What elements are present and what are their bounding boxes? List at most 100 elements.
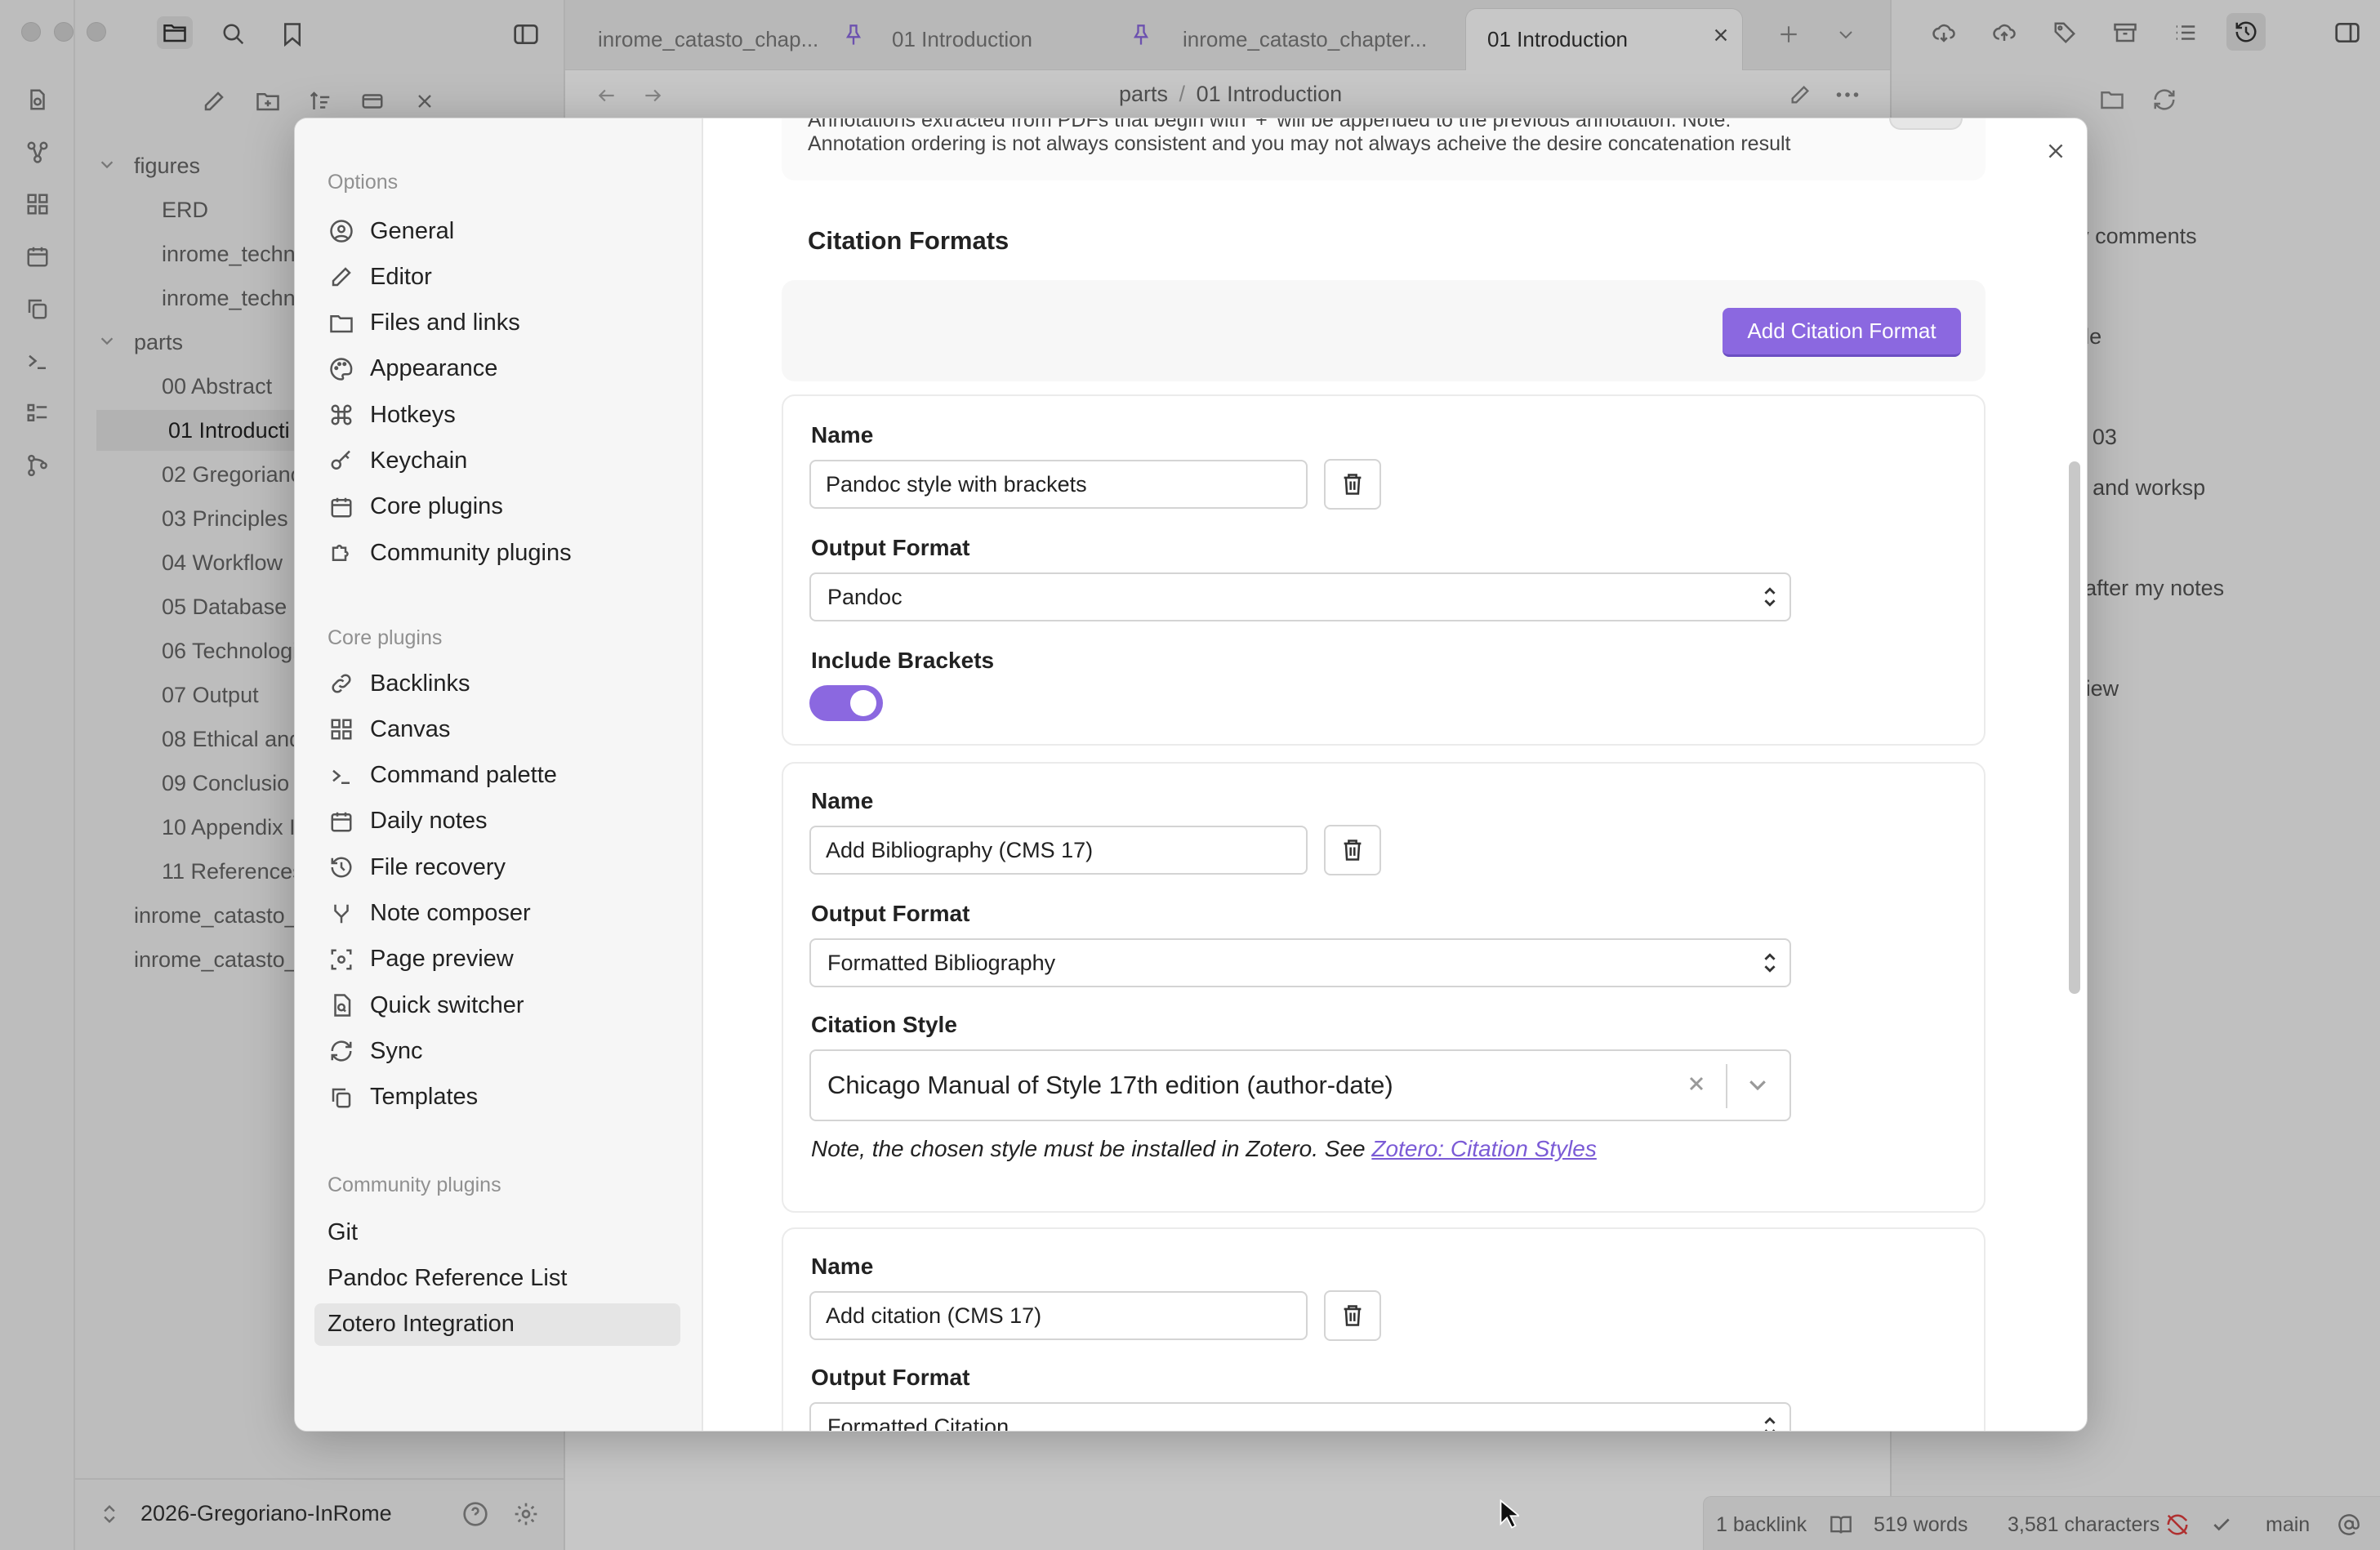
style-note-text: Note, the chosen style must be installed…: [811, 1136, 1372, 1161]
puzzle-icon: [328, 539, 355, 567]
settings-nav-label: Files and links: [370, 310, 520, 336]
settings-content: Annotations extracted from PDFs that beg…: [703, 118, 2087, 1432]
output-format-value: Formatted Citation: [827, 1414, 1009, 1432]
output-format-select[interactable]: Pandoc: [809, 572, 1791, 621]
settings-nav-label: Note composer: [370, 900, 531, 926]
citation-formats-title: Citation Formats: [808, 226, 1009, 255]
command-icon: [328, 401, 355, 429]
include-brackets-toggle[interactable]: [809, 685, 883, 721]
settings-nav-templates[interactable]: Templates: [314, 1076, 680, 1119]
folder-icon: [328, 310, 355, 337]
output-format-label: Output Format: [811, 535, 970, 560]
options-header: Options: [328, 171, 399, 194]
settings-nav-quick-switcher[interactable]: Quick switcher: [314, 984, 680, 1027]
select-divider: [1726, 1064, 1727, 1108]
settings-nav-label: Quick switcher: [370, 991, 524, 1018]
citation-style-value: Chicago Manual of Style 17th edition (au…: [827, 1071, 1393, 1099]
citation-style-label: Citation Style: [811, 1012, 957, 1037]
settings-nav-general[interactable]: General: [314, 210, 680, 252]
settings-nav-zotero-integration[interactable]: Zotero Integration: [314, 1303, 680, 1346]
format-name-input[interactable]: Add Bibliography (CMS 17): [809, 826, 1308, 875]
name-label: Name: [811, 1254, 874, 1279]
chevron-down-icon[interactable]: [1745, 1072, 1770, 1097]
concat-toggle[interactable]: [1889, 118, 1963, 130]
output-format-select[interactable]: Formatted Citation: [809, 1402, 1791, 1432]
core-plugins-header: Core plugins: [328, 626, 443, 649]
settings-nav-label: Appearance: [370, 355, 498, 382]
citation-format-card-1: [782, 394, 1986, 746]
scan-eye-icon: [328, 946, 355, 973]
settings-nav-editor[interactable]: Editor: [314, 256, 680, 298]
settings-nav-keychain[interactable]: Keychain: [314, 440, 680, 483]
annotation-note-line2: Annotation ordering is not always consis…: [808, 132, 1791, 155]
delete-format-button[interactable]: [1324, 459, 1381, 510]
history-icon: [328, 853, 355, 881]
settings-nav-label: Pandoc Reference List: [328, 1264, 568, 1291]
merge-icon: [328, 900, 355, 928]
zotero-citation-styles-link[interactable]: Zotero: Citation Styles: [1371, 1136, 1596, 1161]
settings-nav-sync[interactable]: Sync: [314, 1030, 680, 1072]
settings-nav-pandoc-reference-list[interactable]: Pandoc Reference List: [314, 1257, 680, 1299]
settings-nav-command-palette[interactable]: Command palette: [314, 755, 680, 797]
select-updown-icon: [1762, 951, 1778, 974]
key-icon: [328, 448, 355, 475]
community-plugins-header: Community plugins: [328, 1174, 501, 1196]
settings-nav-files-and-links[interactable]: Files and links: [314, 302, 680, 345]
output-format-value: Pandoc: [827, 584, 903, 609]
settings-nav-label: Backlinks: [370, 670, 470, 697]
refresh-icon: [328, 1037, 355, 1065]
settings-nav-label: Sync: [370, 1037, 423, 1064]
annotation-note-line1: Annotations extracted from PDFs that beg…: [808, 118, 1732, 131]
settings-nav-daily-notes[interactable]: Daily notes: [314, 800, 680, 843]
user-circle-icon: [328, 217, 355, 245]
settings-nav-appearance[interactable]: Appearance: [314, 348, 680, 390]
mouse-cursor-icon: [1500, 1499, 1519, 1529]
file-search-icon: [328, 991, 355, 1019]
clear-style-icon[interactable]: [1685, 1072, 1708, 1095]
link-icon: [328, 670, 355, 697]
output-format-label: Output Format: [811, 901, 970, 926]
settings-nav-label: Core plugins: [370, 493, 503, 520]
calendar-icon: [328, 808, 355, 835]
pencil-icon: [328, 263, 355, 291]
settings-nav-core-plugins[interactable]: Core plugins: [314, 486, 680, 528]
settings-nav-label: Community plugins: [370, 539, 572, 566]
settings-modal: Options General Editor Files and links Appe…: [294, 118, 2088, 1432]
include-brackets-label: Include Brackets: [811, 648, 995, 673]
settings-nav-hotkeys[interactable]: Hotkeys: [314, 394, 680, 436]
terminal-icon: [328, 762, 355, 790]
settings-sidebar: Options General Editor Files and links Appe…: [295, 118, 703, 1431]
delete-format-button[interactable]: [1324, 1290, 1381, 1341]
select-updown-icon: [1762, 586, 1778, 608]
settings-nav-label: Command palette: [370, 762, 557, 789]
citation-style-select[interactable]: Chicago Manual of Style 17th edition (au…: [809, 1049, 1791, 1121]
settings-nav-label: General: [370, 217, 455, 244]
settings-nav-label: Editor: [370, 263, 432, 290]
settings-nav-note-composer[interactable]: Note composer: [314, 893, 680, 935]
format-name-input[interactable]: Pandoc style with brackets: [809, 460, 1308, 509]
settings-nav-label: Zotero Integration: [328, 1311, 515, 1338]
delete-format-button[interactable]: [1324, 825, 1381, 875]
settings-nav-page-preview[interactable]: Page preview: [314, 938, 680, 981]
close-settings-icon[interactable]: [2039, 135, 2072, 167]
settings-nav-label: Hotkeys: [370, 401, 456, 428]
output-format-select[interactable]: Formatted Bibliography: [809, 938, 1791, 987]
output-format-value: Formatted Bibliography: [827, 950, 1056, 975]
canvas-icon: [328, 715, 355, 743]
format-name-input[interactable]: Add citation (CMS 17): [809, 1291, 1308, 1340]
settings-nav-community-plugins[interactable]: Community plugins: [314, 532, 680, 574]
settings-nav-file-recovery[interactable]: File recovery: [314, 846, 680, 889]
settings-nav-label: Canvas: [370, 715, 451, 742]
name-label: Name: [811, 788, 874, 813]
settings-scrollbar[interactable]: [2069, 461, 2080, 994]
select-updown-icon: [1762, 1415, 1778, 1431]
settings-nav-canvas[interactable]: Canvas: [314, 708, 680, 751]
style-note: Note, the chosen style must be installed…: [811, 1136, 1597, 1162]
toggle-knob: [850, 690, 876, 716]
calendar-icon: [328, 493, 355, 521]
settings-nav-label: Page preview: [370, 946, 514, 973]
settings-nav-git[interactable]: Git: [314, 1211, 680, 1254]
add-citation-format-button[interactable]: Add Citation Format: [1723, 308, 1961, 357]
settings-nav-label: Keychain: [370, 448, 468, 474]
settings-nav-backlinks[interactable]: Backlinks: [314, 662, 680, 705]
